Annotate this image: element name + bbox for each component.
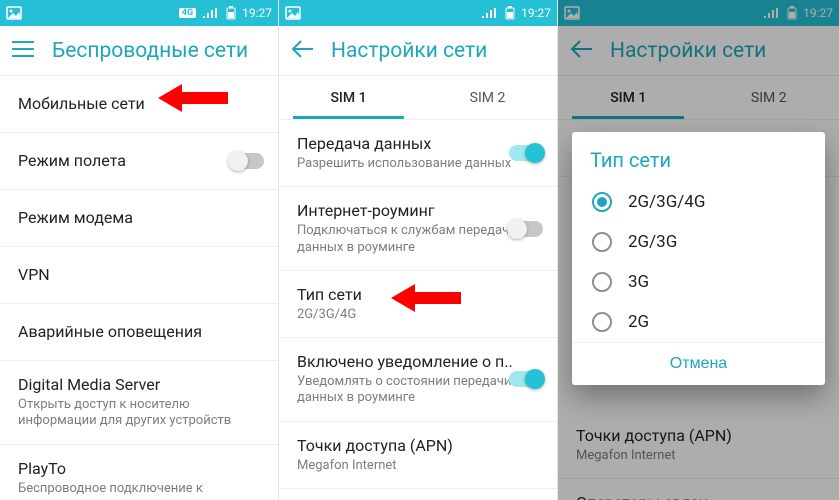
label: Digital Media Server [18,375,260,395]
page-title: Настройки сети [331,39,487,63]
item-airplane-mode[interactable]: Режим полета [0,133,278,190]
dialog-title: Тип сети [572,132,825,182]
option-3g[interactable]: 3G [572,262,825,302]
signal-icon [202,7,220,19]
tab-label: SIM 2 [470,90,506,106]
tab-sim1[interactable]: SIM 1 [279,76,418,119]
item-playto[interactable]: PlayTo Беспроводное подключение к диспле… [0,445,278,500]
option-label: 3G [628,272,649,292]
screen-network-type-dialog: 19:27 Настройки сети SIM 1 SIM 2 Передач… [558,0,839,500]
clock: 19:27 [521,6,551,20]
item-mobile-networks[interactable]: Мобильные сети [0,76,278,133]
status-bar: 4G 19:27 [0,0,278,26]
net-4g-badge: 4G [179,8,196,18]
battery-icon [505,6,515,20]
item-emergency-alerts[interactable]: Аварийные оповещения [0,304,278,361]
label: Точки доступа (APN) [297,436,539,456]
sublabel: Беспроводное подключение к дисплею [18,479,260,500]
sublabel: Открыть доступ к носителю информации для… [18,395,260,430]
tab-label: SIM 1 [330,90,366,106]
option-2g3g4g[interactable]: 2G/3G/4G [572,182,825,222]
sublabel: Разрешить использование данных [297,154,539,172]
label: Аварийные оповещения [18,318,260,346]
radio-icon [592,192,612,212]
annotation-arrow-icon [391,282,461,314]
option-label: 2G/3G/4G [628,192,705,212]
picture-icon [285,6,301,20]
screen-header: Настройки сети [279,26,557,76]
radio-icon [592,312,612,332]
sublabel: Уведомлять о состоянии передачи данных в… [297,372,539,407]
tab-sim2[interactable]: SIM 2 [418,76,557,119]
back-icon[interactable] [291,40,313,62]
label: Передача данных [297,134,539,154]
clock: 19:27 [242,6,272,20]
row-roaming[interactable]: Интернет-роуминг Подключаться к службам … [279,187,557,271]
airplane-toggle[interactable] [230,153,264,169]
label: Режим полета [18,147,260,175]
roaming-toggle[interactable] [509,221,543,237]
screen-wireless: 4G 19:27 Беспроводные сети Мобильные сет… [0,0,279,500]
screen-network-settings: 19:27 Настройки сети SIM 1 SIM 2 Передач… [279,0,558,500]
sim-tabs: SIM 1 SIM 2 [279,76,557,120]
dialog-actions: Отмена [572,342,825,385]
picture-icon [6,6,22,20]
item-tethering[interactable]: Режим модема [0,190,278,247]
sublabel: Подключаться к службам передачи данных в… [297,221,539,256]
annotation-arrow-icon [158,82,228,114]
row-data-transfer[interactable]: Передача данных Разрешить использование … [279,120,557,187]
sublabel: Megafon Internet [297,456,539,474]
option-2g3g[interactable]: 2G/3G [572,222,825,262]
data-toggle[interactable] [509,145,543,161]
option-label: 2G/3G [628,232,677,252]
option-label: 2G [628,312,649,332]
radio-icon [592,232,612,252]
item-vpn[interactable]: VPN [0,247,278,304]
status-bar: 19:27 [279,0,557,26]
cancel-button[interactable]: Отмена [670,355,727,373]
label: Интернет-роуминг [297,201,539,221]
menu-icon[interactable] [12,41,34,61]
option-2g[interactable]: 2G [572,302,825,342]
page-title: Беспроводные сети [52,39,248,63]
label: Включено уведомление о п.. [297,352,539,372]
network-type-dialog: Тип сети 2G/3G/4G 2G/3G 3G 2G Отмена [572,132,825,385]
label: Режим модема [18,204,260,232]
signal-icon [481,7,499,19]
row-apn[interactable]: Точки доступа (APN) Megafon Internet [279,422,557,489]
screen-header: Беспроводные сети [0,26,278,76]
battery-icon [226,6,236,20]
item-dms[interactable]: Digital Media Server Открыть доступ к но… [0,361,278,445]
notify-toggle[interactable] [509,371,543,387]
label: VPN [18,261,260,289]
label: PlayTo [18,459,260,479]
radio-icon [592,272,612,292]
row-roaming-notification[interactable]: Включено уведомление о п.. Уведомлять о … [279,338,557,422]
row-operators[interactable]: Операторы связи Выберите оператора связи [279,489,557,500]
